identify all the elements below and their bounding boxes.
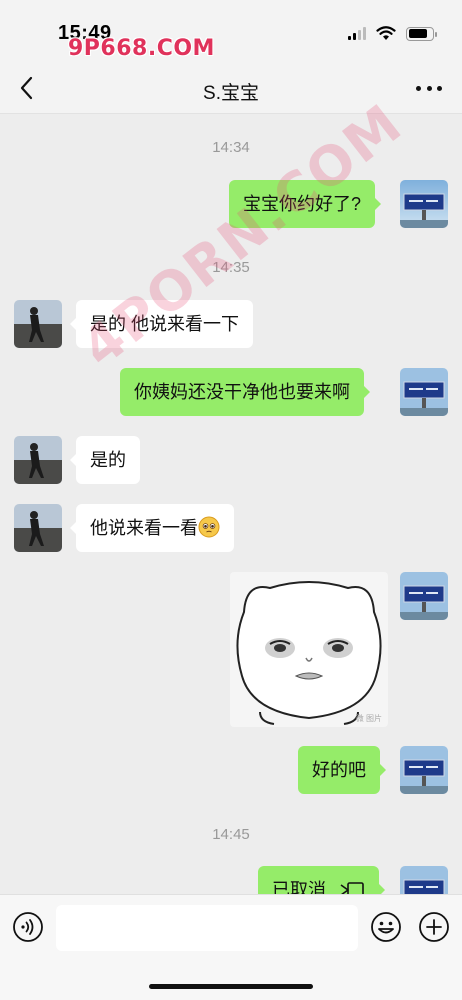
wifi-icon [376, 26, 396, 40]
message-text: 他说来看一看 [90, 518, 198, 538]
person-avatar-image [14, 504, 62, 552]
billboard-avatar-image [400, 572, 448, 620]
status-bar: 15:49 9P668.COM [0, 0, 462, 62]
home-indicator[interactable] [149, 984, 313, 989]
message-bubble-incoming[interactable]: 他说来看一看 [70, 504, 234, 552]
contact-avatar[interactable] [14, 300, 62, 348]
video-call-icon [340, 882, 364, 894]
pleading-face-emoji-icon [198, 516, 220, 538]
message-bubble-outgoing[interactable]: 已取消 [258, 866, 386, 894]
my-avatar[interactable] [400, 180, 448, 228]
nav-bar: S.宝宝 [0, 62, 462, 114]
my-avatar[interactable] [400, 866, 448, 894]
timestamp: 14:34 [212, 139, 250, 156]
more-options-icon[interactable] [416, 78, 442, 98]
timestamp: 14:35 [212, 259, 250, 276]
cancelled-call-text: 已取消 [272, 880, 326, 894]
more-actions-plus-icon[interactable] [418, 911, 450, 943]
message-bubble-incoming[interactable]: 是的 他说来看一下 [69, 300, 254, 348]
voice-input-icon[interactable] [12, 911, 44, 943]
cellular-signal-icon [348, 27, 366, 40]
person-avatar-image [14, 300, 62, 348]
cartoon-face-sticker [236, 581, 382, 725]
timestamp: 14:45 [212, 826, 250, 843]
emoji-picker-icon[interactable] [370, 911, 402, 943]
message-bubble-outgoing[interactable]: 宝宝你约好了? [229, 180, 382, 228]
billboard-avatar-image [400, 746, 448, 794]
billboard-avatar-image [400, 866, 448, 894]
message-input[interactable] [56, 905, 358, 951]
contact-avatar[interactable] [14, 436, 62, 484]
billboard-avatar-image [400, 180, 448, 228]
sticker-image[interactable]: 微 图片 [230, 572, 388, 727]
status-icons [348, 26, 437, 41]
message-bubble-incoming[interactable]: 是的 [70, 436, 140, 484]
billboard-avatar-image [400, 368, 448, 416]
my-avatar[interactable] [400, 368, 448, 416]
contact-avatar[interactable] [14, 504, 62, 552]
chat-messages[interactable]: 14:34 宝宝你约好了? 14:35 是的 他说来看一下 你姨妈还没干净他也要… [0, 114, 462, 894]
message-bubble-outgoing[interactable]: 好的吧 [298, 746, 386, 794]
my-avatar[interactable] [400, 572, 448, 620]
sticker-caption: 微 图片 [355, 714, 382, 723]
battery-icon [406, 26, 437, 41]
my-avatar[interactable] [400, 746, 448, 794]
message-bubble-outgoing[interactable]: 你姨妈还没干净他也要来啊 [120, 368, 370, 416]
chat-title: S.宝宝 [203, 83, 259, 104]
person-avatar-image [14, 436, 62, 484]
watermark-text: 9P668.COM [68, 36, 215, 61]
